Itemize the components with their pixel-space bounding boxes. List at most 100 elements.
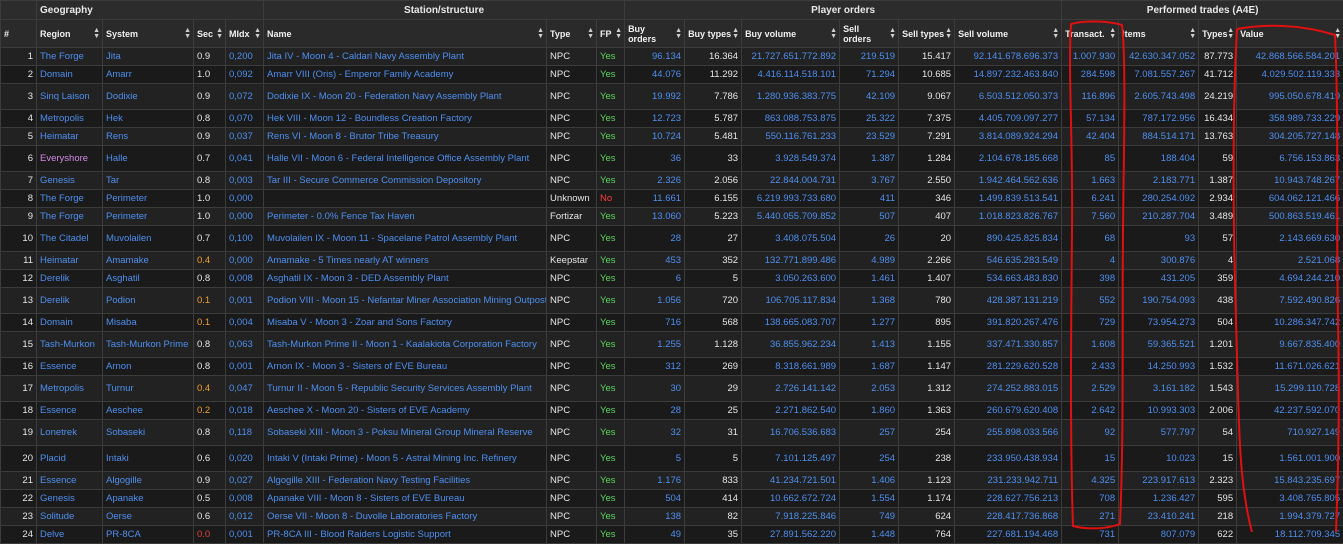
cell-region[interactable]: Metropolis xyxy=(37,110,103,128)
table-row[interactable]: 22GenesisApanake0.50,008Apanake VIII - M… xyxy=(1,490,1343,508)
cell-name[interactable]: Halle VII - Moon 6 - Federal Intelligenc… xyxy=(264,146,547,172)
cell-name[interactable]: Tar III - Secure Commerce Commission Dep… xyxy=(264,172,547,190)
cell-system[interactable]: Perimeter xyxy=(103,190,194,208)
col-header-fp[interactable]: FP▲▼ xyxy=(597,20,625,48)
cell-name[interactable]: Sobaseki XIII - Moon 3 - Poksu Mineral G… xyxy=(264,420,547,446)
col-header-buy-volume[interactable]: Buy volume▲▼ xyxy=(742,20,840,48)
sort-updown-icon[interactable]: ▲▼ xyxy=(184,28,191,40)
sort-updown-icon[interactable]: ▲▼ xyxy=(732,28,739,40)
cell-name[interactable]: Turnur II - Moon 5 - Republic Security S… xyxy=(264,376,547,402)
col-header-sell-volume[interactable]: Sell volume▲▼ xyxy=(955,20,1062,48)
cell-name[interactable] xyxy=(264,190,547,208)
table-row[interactable]: 5HeimatarRens0.90,037Rens VI - Moon 8 - … xyxy=(1,128,1343,146)
table-row[interactable]: 4MetropolisHek0.80,070Hek VIII - Moon 12… xyxy=(1,110,1343,128)
cell-name[interactable]: Oerse VII - Moon 8 - Duvolle Laboratorie… xyxy=(264,508,547,526)
cell-name[interactable]: Amarr VIII (Oris) - Emperor Family Acade… xyxy=(264,66,547,84)
cell-system[interactable]: Perimeter xyxy=(103,208,194,226)
col-header-midx[interactable]: MIdx▲▼ xyxy=(226,20,264,48)
cell-region[interactable]: Heimatar xyxy=(37,252,103,270)
cell-region[interactable]: Derelik xyxy=(37,288,103,314)
table-row[interactable]: 23SolitudeOerse0.60,012Oerse VII - Moon … xyxy=(1,508,1343,526)
cell-region[interactable]: Derelik xyxy=(37,270,103,288)
cell-system[interactable]: Oerse xyxy=(103,508,194,526)
sort-updown-icon[interactable]: ▲▼ xyxy=(675,28,682,40)
cell-system[interactable]: Algogille xyxy=(103,472,194,490)
cell-region[interactable]: Lonetrek xyxy=(37,420,103,446)
cell-region[interactable]: Metropolis xyxy=(37,376,103,402)
col-header-idx[interactable]: # xyxy=(1,20,37,48)
sort-updown-icon[interactable]: ▲▼ xyxy=(1109,28,1116,40)
cell-system[interactable]: Misaba xyxy=(103,314,194,332)
cell-system[interactable]: Jita xyxy=(103,48,194,66)
cell-name[interactable]: Hek VIII - Moon 12 - Boundless Creation … xyxy=(264,110,547,128)
sort-updown-icon[interactable]: ▲▼ xyxy=(93,28,100,40)
cell-name[interactable]: Tash-Murkon Prime II - Moon 1 - Kaalakio… xyxy=(264,332,547,358)
cell-name[interactable]: Jita IV - Moon 4 - Caldari Navy Assembly… xyxy=(264,48,547,66)
col-header-items[interactable]: Items▲▼ xyxy=(1119,20,1199,48)
sort-updown-icon[interactable]: ▲▼ xyxy=(216,28,223,40)
cell-system[interactable]: Tar xyxy=(103,172,194,190)
cell-name[interactable]: Algogille XIII - Federation Navy Testing… xyxy=(264,472,547,490)
table-row[interactable]: 19LonetrekSobaseki0.80,118Sobaseki XIII … xyxy=(1,420,1343,446)
cell-region[interactable]: Domain xyxy=(37,314,103,332)
col-header-types[interactable]: Types▲▼ xyxy=(1199,20,1237,48)
cell-name[interactable]: Intaki V (Intaki Prime) - Moon 5 - Astra… xyxy=(264,446,547,472)
cell-system[interactable]: PR-8CA xyxy=(103,526,194,544)
cell-region[interactable]: The Forge xyxy=(37,48,103,66)
sort-updown-icon[interactable]: ▲▼ xyxy=(830,28,837,40)
cell-system[interactable]: Amarr xyxy=(103,66,194,84)
cell-system[interactable]: Apanake xyxy=(103,490,194,508)
cell-system[interactable]: Hek xyxy=(103,110,194,128)
table-row[interactable]: 17MetropolisTurnur0.40,047Turnur II - Mo… xyxy=(1,376,1343,402)
cell-system[interactable]: Aeschee xyxy=(103,402,194,420)
cell-system[interactable]: Intaki xyxy=(103,446,194,472)
cell-system[interactable]: Sobaseki xyxy=(103,420,194,446)
cell-system[interactable]: Turnur xyxy=(103,376,194,402)
cell-region[interactable]: Domain xyxy=(37,66,103,84)
cell-name[interactable]: PR-8CA III - Blood Raiders Logistic Supp… xyxy=(264,526,547,544)
col-header-sec[interactable]: Sec▲▼ xyxy=(194,20,226,48)
cell-region[interactable]: The Citadel xyxy=(37,226,103,252)
col-header-type[interactable]: Type▲▼ xyxy=(547,20,597,48)
cell-name[interactable]: Podion VIII - Moon 15 - Nefantar Miner A… xyxy=(264,288,547,314)
col-header-sell-orders[interactable]: Sell orders▲▼ xyxy=(840,20,899,48)
table-row[interactable]: 14DomainMisaba0.10,004Misaba V - Moon 3 … xyxy=(1,314,1343,332)
table-row[interactable]: 9The ForgePerimeter1.00,000Perimeter - 0… xyxy=(1,208,1343,226)
table-row[interactable]: 21EssenceAlgogille0.90,027Algogille XIII… xyxy=(1,472,1343,490)
cell-system[interactable]: Asghatil xyxy=(103,270,194,288)
table-row[interactable]: 1The ForgeJita0.90,200Jita IV - Moon 4 -… xyxy=(1,48,1343,66)
sort-updown-icon[interactable]: ▲▼ xyxy=(587,28,594,40)
cell-region[interactable]: The Forge xyxy=(37,208,103,226)
cell-region[interactable]: Genesis xyxy=(37,172,103,190)
cell-name[interactable]: Misaba V - Moon 3 - Zoar and Sons Factor… xyxy=(264,314,547,332)
cell-region[interactable]: Essence xyxy=(37,472,103,490)
cell-region[interactable]: The Forge xyxy=(37,190,103,208)
sort-updown-icon[interactable]: ▲▼ xyxy=(254,28,261,40)
cell-system[interactable]: Arnon xyxy=(103,358,194,376)
table-row[interactable]: 13DerelikPodion0.10,001Podion VIII - Moo… xyxy=(1,288,1343,314)
table-row[interactable]: 15Tash-MurkonTash-Murkon Prime0.80,063Ta… xyxy=(1,332,1343,358)
col-header-name[interactable]: Name▲▼ xyxy=(264,20,547,48)
table-row[interactable]: 18EssenceAeschee0.20,018Aeschee X - Moon… xyxy=(1,402,1343,420)
cell-system[interactable]: Rens xyxy=(103,128,194,146)
col-header-value[interactable]: Value▲▼ xyxy=(1237,20,1343,48)
cell-region[interactable]: Delve xyxy=(37,526,103,544)
cell-system[interactable]: Muvolailen xyxy=(103,226,194,252)
cell-name[interactable]: Muvolailen IX - Moon 11 - Spacelane Patr… xyxy=(264,226,547,252)
sort-updown-icon[interactable]: ▲▼ xyxy=(889,28,896,40)
sort-updown-icon[interactable]: ▲▼ xyxy=(1334,28,1341,40)
cell-system[interactable]: Podion xyxy=(103,288,194,314)
cell-name[interactable]: Arnon IX - Moon 3 - Sisters of EVE Burea… xyxy=(264,358,547,376)
sort-updown-icon[interactable]: ▲▼ xyxy=(1189,28,1196,40)
sort-updown-icon[interactable]: ▲▼ xyxy=(615,28,622,40)
cell-name[interactable]: Amamake - 5 Times nearly AT winners xyxy=(264,252,547,270)
sort-updown-icon[interactable]: ▲▼ xyxy=(1052,28,1059,40)
cell-system[interactable]: Tash-Murkon Prime xyxy=(103,332,194,358)
table-row[interactable]: 8The ForgePerimeter1.00,000UnknownNo11.6… xyxy=(1,190,1343,208)
col-header-buy-orders[interactable]: Buy orders▲▼ xyxy=(625,20,685,48)
table-row[interactable]: 7GenesisTar0.80,003Tar III - Secure Comm… xyxy=(1,172,1343,190)
table-row[interactable]: 24DelvePR-8CA0.00,001PR-8CA III - Blood … xyxy=(1,526,1343,544)
cell-region[interactable]: Heimatar xyxy=(37,128,103,146)
table-row[interactable]: 16EssenceArnon0.80,001Arnon IX - Moon 3 … xyxy=(1,358,1343,376)
cell-region[interactable]: Sinq Laison xyxy=(37,84,103,110)
